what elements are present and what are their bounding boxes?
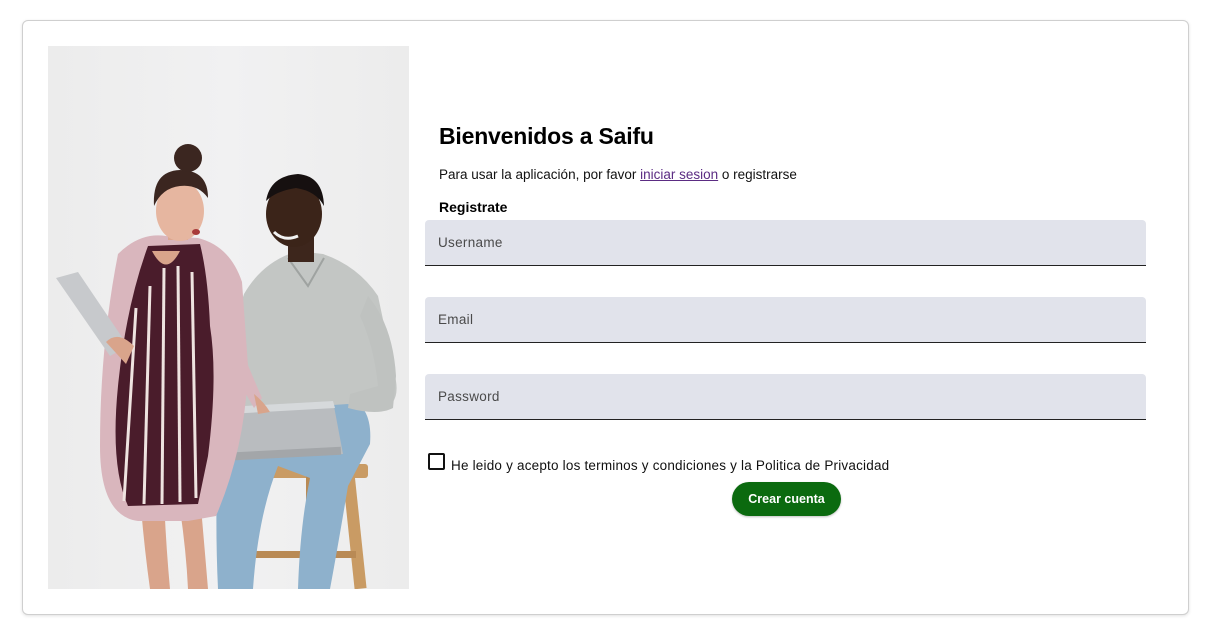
- subtitle: Para usar la aplicación, por favor inici…: [439, 167, 797, 182]
- terms-checkbox[interactable]: [428, 453, 445, 470]
- subtitle-text-after: o registrarse: [718, 167, 797, 182]
- create-account-button[interactable]: Crear cuenta: [732, 482, 841, 516]
- terms-row: He leido y acepto los terminos y condici…: [428, 452, 889, 473]
- login-link[interactable]: iniciar sesion: [640, 167, 718, 182]
- password-field[interactable]: [425, 374, 1146, 420]
- register-heading: Registrate: [439, 199, 508, 215]
- username-field[interactable]: [425, 220, 1146, 266]
- hero-photo: [48, 46, 409, 589]
- subtitle-text-before: Para usar la aplicación, por favor: [439, 167, 641, 182]
- email-field[interactable]: [425, 297, 1146, 343]
- terms-label: He leido y acepto los terminos y condici…: [451, 458, 890, 473]
- registration-card: Bienvenidos a Saifu Para usar la aplicac…: [22, 20, 1189, 615]
- page-title: Bienvenidos a Saifu: [439, 123, 654, 149]
- people-with-laptop-illustration: [56, 144, 397, 589]
